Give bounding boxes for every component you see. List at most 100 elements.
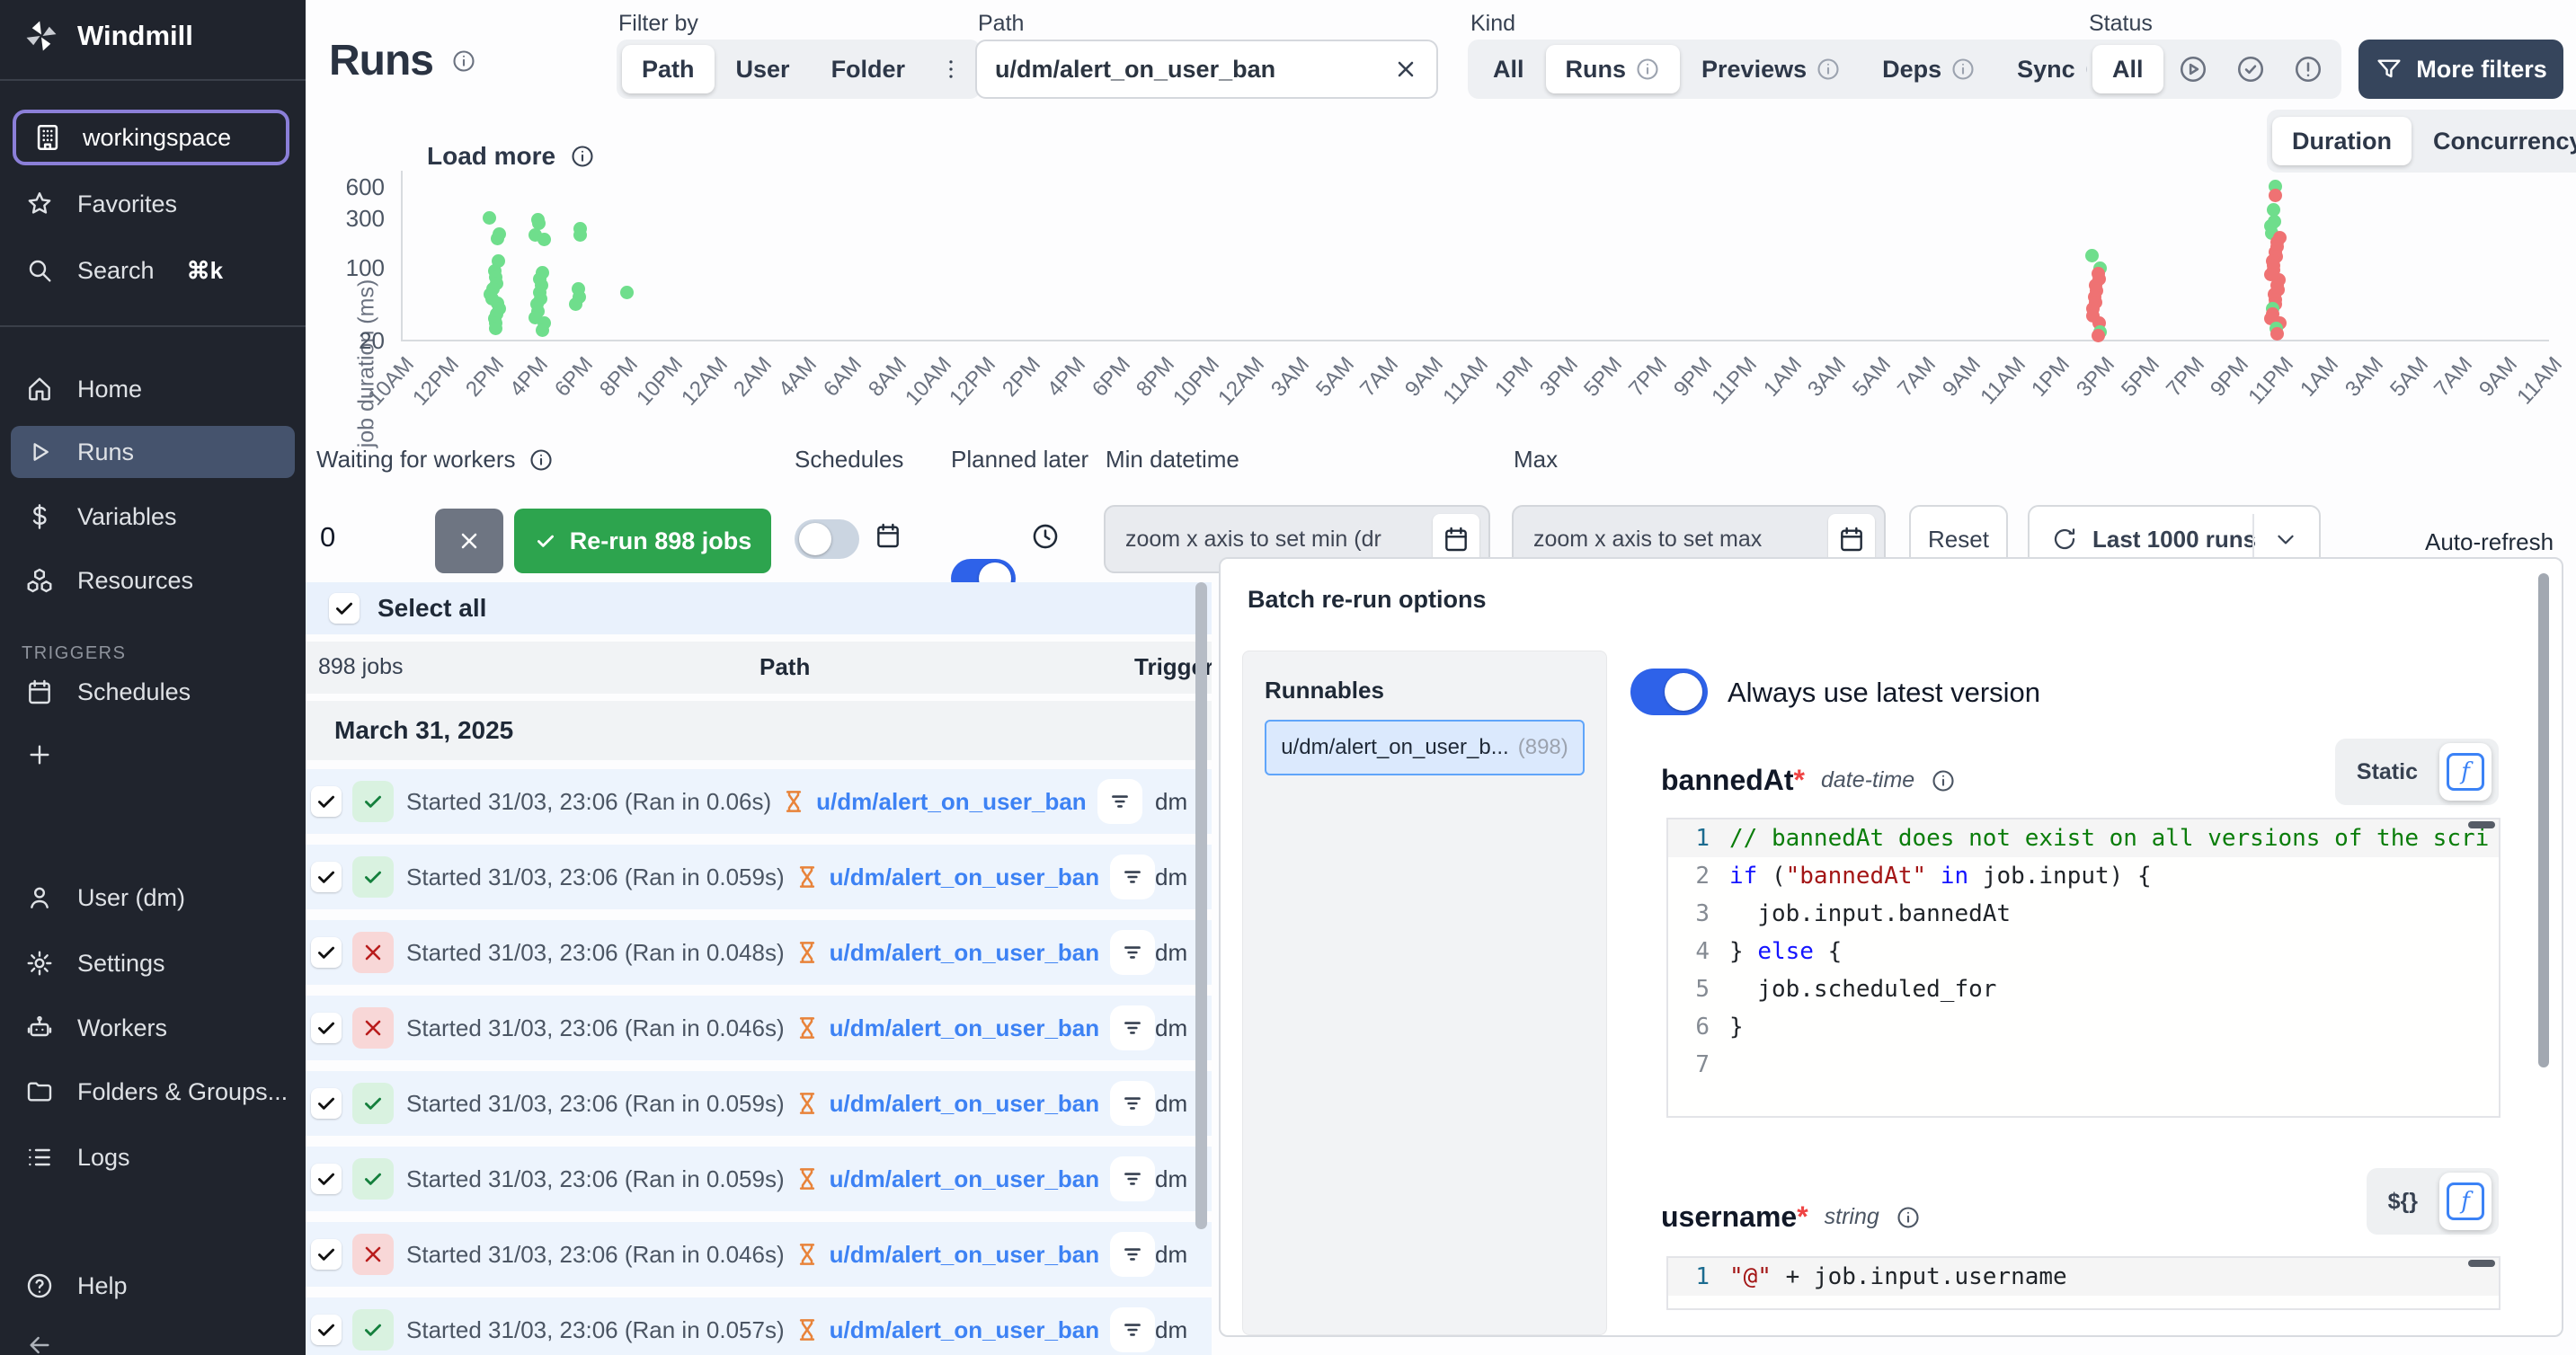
row-checkbox[interactable] <box>311 1088 342 1119</box>
run-dot-failure[interactable] <box>2269 189 2282 202</box>
filter-by-option-folder[interactable]: Folder <box>812 45 926 93</box>
run-dot-success[interactable] <box>2085 249 2099 262</box>
status-option-failure[interactable] <box>2280 45 2336 93</box>
sidebar-item-runs[interactable]: Runs <box>11 426 295 478</box>
row-checkbox[interactable] <box>311 1239 342 1270</box>
javascript-editor-button[interactable]: f <box>2439 1173 2492 1230</box>
sidebar-item-variables[interactable]: Variables <box>11 491 295 543</box>
filter-by-path-button[interactable] <box>1097 779 1142 824</box>
run-dot-success[interactable] <box>620 286 634 299</box>
filter-by-option-user[interactable]: User <box>716 45 810 93</box>
rerun-jobs-button[interactable]: Re-run 898 jobs <box>514 509 771 573</box>
editor-hscrollbar[interactable] <box>2468 1260 2495 1267</box>
table-row[interactable]: Started 31/03, 23:06 (Ran in 0.059s)u/dm… <box>306 845 1212 909</box>
sidebar-item-add[interactable] <box>11 729 295 781</box>
table-row[interactable]: Started 31/03, 23:06 (Ran in 0.059s)u/dm… <box>306 1147 1212 1211</box>
status-option-success[interactable] <box>2223 45 2278 93</box>
row-checkbox[interactable] <box>311 1013 342 1043</box>
run-path-link[interactable]: u/dm/alert_on_user_ban <box>830 1241 1100 1269</box>
run-path-link[interactable]: u/dm/alert_on_user_ban <box>830 1316 1100 1344</box>
row-checkbox[interactable] <box>311 1164 342 1194</box>
mode-option-static[interactable]: Static <box>2342 759 2432 785</box>
runnable-item[interactable]: u/dm/alert_on_user_b... (898) <box>1265 720 1585 775</box>
sidebar-item-schedules[interactable]: Schedules <box>11 666 295 718</box>
table-row[interactable]: Started 31/03, 23:06 (Ran in 0.059s)u/dm… <box>306 1071 1212 1136</box>
runs-chart[interactable]: job duration (ms) 60030010020 10AM12PM2P… <box>306 108 2576 431</box>
run-dot-success[interactable] <box>537 233 551 246</box>
javascript-editor-button[interactable]: f <box>2439 743 2492 801</box>
cancel-selection-button[interactable] <box>435 509 503 573</box>
row-checkbox[interactable] <box>311 862 342 892</box>
more-filters-button[interactable]: More filters <box>2358 40 2563 99</box>
run-path-link[interactable]: u/dm/alert_on_user_ban <box>816 788 1087 816</box>
filter-by-path-button[interactable] <box>1110 1005 1155 1050</box>
panel-scrollbar[interactable] <box>2538 573 2549 1067</box>
table-row[interactable]: Started 31/03, 23:06 (Ran in 0.046s)u/dm… <box>306 996 1212 1060</box>
option-label: Deps <box>1882 56 1941 84</box>
code-editor-bannedAt[interactable]: 1// bannedAt does not exist on all versi… <box>1666 818 2500 1118</box>
run-path-link[interactable]: u/dm/alert_on_user_ban <box>830 1014 1100 1042</box>
info-icon[interactable] <box>451 49 476 74</box>
path-input[interactable]: u/dm/alert_on_user_ban <box>975 40 1438 99</box>
chevron-down-icon[interactable] <box>2272 526 2299 553</box>
filter-by-option-path[interactable]: Path <box>622 45 715 93</box>
kind-option-deps[interactable]: Deps <box>1862 45 1995 93</box>
robot-icon <box>25 1014 54 1042</box>
filter-by-path-button[interactable] <box>1110 855 1155 899</box>
editor-hscrollbar[interactable] <box>2468 821 2495 828</box>
kind-option-all[interactable]: All <box>1473 45 1544 93</box>
filter-by-path-button[interactable] <box>1110 1156 1155 1201</box>
table-row[interactable]: Started 31/03, 23:06 (Ran in 0.06s)u/dm/… <box>306 769 1212 834</box>
schedules-toggle[interactable] <box>795 519 859 559</box>
row-checkbox[interactable] <box>311 786 342 817</box>
sidebar-item-folders-groups[interactable]: Folders & Groups... <box>11 1066 295 1118</box>
field-type: string <box>1825 1204 1879 1230</box>
filter-by-path-button[interactable] <box>1110 1232 1155 1277</box>
sidebar-collapse-button[interactable] <box>11 1319 295 1355</box>
sidebar-item-logs[interactable]: Logs <box>11 1131 295 1183</box>
mode-option-template[interactable]: ${} <box>2374 1189 2432 1215</box>
sidebar-item-favorites[interactable]: Favorites <box>11 178 295 230</box>
run-path-link[interactable]: u/dm/alert_on_user_ban <box>830 1165 1100 1193</box>
sidebar-item-workers[interactable]: Workers <box>11 1002 295 1054</box>
run-dot-failure[interactable] <box>2092 329 2105 342</box>
run-path-link[interactable]: u/dm/alert_on_user_ban <box>830 1090 1100 1118</box>
filter-by-path-button[interactable] <box>1110 1081 1155 1126</box>
workspace-selector[interactable]: workingspace <box>13 110 289 165</box>
waiting-workers-row: Waiting for workers <box>316 446 554 474</box>
status-option-running[interactable] <box>2165 45 2221 93</box>
run-path-link[interactable]: u/dm/alert_on_user_ban <box>830 939 1100 967</box>
run-dot-success[interactable] <box>569 297 582 311</box>
table-row[interactable]: Started 31/03, 23:06 (Ran in 0.046s)u/dm… <box>306 1222 1212 1287</box>
latest-version-toggle[interactable] <box>1630 669 1708 715</box>
clear-icon[interactable] <box>1393 57 1418 82</box>
run-path-link[interactable]: u/dm/alert_on_user_ban <box>830 863 1100 891</box>
code-editor-username[interactable]: 1"@" + job.input.username <box>1666 1256 2500 1310</box>
sidebar-item-label: Folders & Groups... <box>77 1078 288 1106</box>
table-row[interactable]: Started 31/03, 23:06 (Ran in 0.048s)u/dm… <box>306 920 1212 985</box>
run-dot-success[interactable] <box>489 322 502 335</box>
brand[interactable]: Windmill <box>22 16 193 56</box>
row-checkbox[interactable] <box>311 937 342 968</box>
run-dot-success[interactable] <box>491 232 504 245</box>
sidebar-item-settings[interactable]: Settings <box>11 937 295 989</box>
sidebar-item-home[interactable]: Home <box>11 363 295 415</box>
row-checkbox[interactable] <box>311 1315 342 1345</box>
kind-option-previews[interactable]: Previews <box>1682 45 1861 93</box>
sidebar-item-help[interactable]: Help <box>11 1260 295 1312</box>
select-all-checkbox[interactable] <box>329 593 360 624</box>
run-dot-failure[interactable] <box>2270 327 2284 341</box>
run-dot-success[interactable] <box>483 211 496 225</box>
filter-by-path-button[interactable] <box>1110 930 1155 975</box>
kind-option-runs[interactable]: Runs <box>1546 45 1681 93</box>
status-option-all[interactable]: All <box>2092 45 2163 93</box>
table-row[interactable]: Started 31/03, 23:06 (Ran in 0.057s)u/dm… <box>306 1297 1212 1355</box>
run-dot-success[interactable] <box>573 228 587 242</box>
sidebar-item-search[interactable]: Search ⌘k <box>11 244 295 297</box>
sidebar-item-resources[interactable]: Resources <box>11 554 295 607</box>
filter-by-path-button[interactable] <box>1110 1307 1155 1352</box>
list-scrollbar[interactable] <box>1195 582 1207 1229</box>
sidebar-item-user-dm[interactable]: User (dm) <box>11 872 295 924</box>
run-dot-success[interactable] <box>536 323 549 337</box>
filter-by-more-menu[interactable] <box>927 45 975 93</box>
